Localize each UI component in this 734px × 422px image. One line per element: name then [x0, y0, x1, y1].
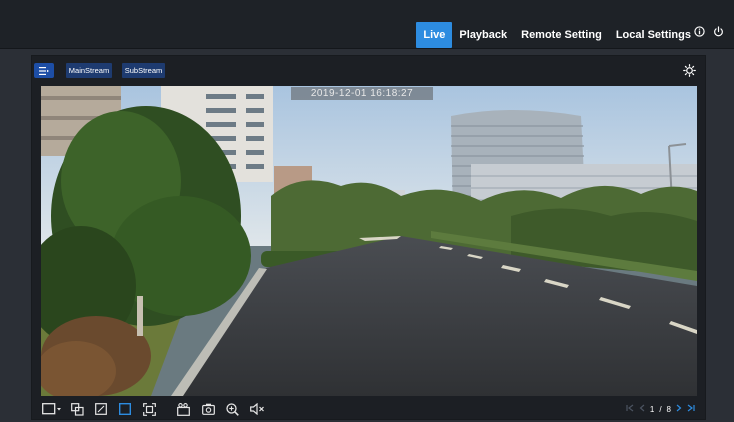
power-icon[interactable]: [713, 26, 724, 37]
video-controls-bar: 1 / 8: [32, 399, 705, 419]
prev-page-icon[interactable]: [639, 404, 645, 414]
snapshot-icon[interactable]: [202, 402, 215, 416]
list-menu-icon: [39, 62, 49, 80]
info-icon[interactable]: [694, 26, 705, 37]
main-stream-button[interactable]: MainStream: [66, 63, 112, 78]
total-pages: 8: [666, 404, 671, 414]
audio-muted-icon[interactable]: [250, 402, 265, 416]
top-bar: Live Playback Remote Setting Local Setti…: [0, 0, 734, 49]
nav-remote-setting[interactable]: Remote Setting: [514, 22, 609, 48]
zoom-icon[interactable]: [226, 402, 239, 416]
video-timestamp: 2019-12-01 16:18:27: [291, 87, 433, 100]
nav-icons: [694, 26, 724, 37]
record-icon[interactable]: [177, 402, 190, 416]
video-frame: [41, 86, 697, 396]
nav-live[interactable]: Live: [416, 22, 453, 48]
main-nav: Live Playback Remote Setting Local Setti…: [416, 22, 698, 48]
camera-video-feed[interactable]: 2019-12-01 16:18:27: [41, 86, 697, 396]
layout-select-icon[interactable]: [42, 402, 62, 416]
current-page: 1: [649, 404, 655, 414]
sub-stream-button[interactable]: SubStream: [122, 63, 165, 78]
last-page-icon[interactable]: [687, 404, 695, 414]
original-ratio-icon[interactable]: [119, 402, 131, 416]
fit-window-icon[interactable]: [95, 402, 107, 416]
live-view-panel: MainStream SubStream 2019-12-01 16:18:27…: [31, 55, 706, 420]
channel-pager: 1 / 8: [626, 402, 695, 416]
live-toolbar: MainStream SubStream: [32, 56, 705, 86]
page-separator: /: [659, 404, 662, 414]
channel-list-button[interactable]: [34, 63, 54, 78]
nav-playback[interactable]: Playback: [452, 22, 514, 48]
nav-local-settings[interactable]: Local Settings: [609, 22, 698, 48]
next-page-icon[interactable]: [676, 404, 682, 414]
split-screen-icon[interactable]: [71, 402, 84, 416]
brightness-icon[interactable]: [683, 64, 696, 82]
fullscreen-icon[interactable]: [143, 402, 156, 416]
first-page-icon[interactable]: [626, 404, 634, 414]
